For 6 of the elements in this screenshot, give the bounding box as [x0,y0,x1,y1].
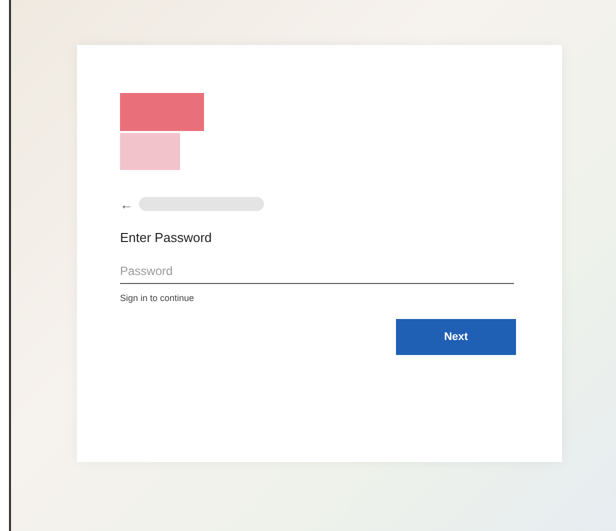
password-field[interactable]: Password [120,258,514,284]
logo-icon [120,93,204,170]
hint-text: Sign in to continue [120,293,194,303]
back-arrow[interactable]: ← [120,198,133,210]
heading: Enter Password [120,230,212,245]
next-button[interactable]: Next [396,319,516,355]
